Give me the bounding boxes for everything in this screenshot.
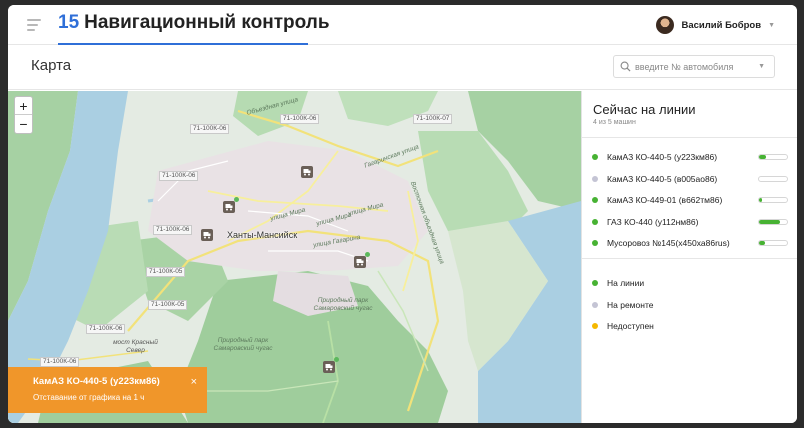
vehicles-panel: Сейчас на линии 4 из 5 машин КамАЗ КО-44…: [581, 91, 797, 423]
status-dot: [592, 197, 598, 203]
vehicle-name: Мусоровоз №145(х450ха86rus): [607, 238, 730, 248]
route-progress-bar: [758, 175, 788, 182]
chevron-down-icon[interactable]: ▼: [758, 63, 765, 70]
zoom-control: + −: [14, 96, 33, 134]
vehicle-marker[interactable]: [301, 166, 313, 178]
road-label: 71-100К-06: [159, 171, 199, 181]
alert-toast[interactable]: КамАЗ КО-440-5 (у223км86) Отставание от …: [8, 367, 207, 413]
bridge-label: мост Красный Север: [113, 339, 158, 354]
panel-subtitle: 4 из 5 машин: [593, 119, 636, 126]
brand-underline: [58, 43, 308, 45]
search-icon: [620, 61, 631, 72]
search-input[interactable]: [635, 61, 745, 72]
route-progress-fill: [759, 198, 762, 202]
road-label: 71-100К-06: [40, 357, 80, 367]
road-label: 71-100К-05: [148, 300, 188, 310]
status-dot: [592, 240, 598, 246]
app-window: 15 Навигационный контроль Василий Бобров …: [8, 5, 797, 423]
status-dot: [365, 252, 370, 257]
divider: [582, 258, 797, 259]
panel-title: Сейчас на линии: [593, 102, 696, 117]
page-header: Карта ▼: [8, 46, 797, 90]
user-menu[interactable]: Василий Бобров ▼: [656, 14, 775, 36]
legend-item: Недоступен: [592, 319, 654, 333]
legend-label: На ремонте: [607, 299, 654, 310]
vehicle-marker[interactable]: [354, 252, 370, 268]
status-dot: [592, 175, 598, 182]
legend-label: Недоступен: [607, 321, 654, 331]
route-progress-bar: [758, 154, 788, 160]
vehicle-row[interactable]: КамАЗ КО-449-01 (в662тм86): [592, 193, 788, 207]
road-label: 71-100К-06: [153, 225, 193, 235]
truck-icon: [325, 364, 333, 371]
status-dot: [592, 323, 598, 329]
close-icon[interactable]: ×: [191, 376, 197, 388]
road-label: 71-100К-06: [190, 124, 230, 134]
map-view[interactable]: + − 71-100К-06 71-100К-06 71-100К-07 71-…: [8, 91, 581, 423]
road-label: 71-100К-07: [413, 114, 453, 124]
avatar: [656, 16, 675, 34]
brand-title[interactable]: 15 Навигационный контроль: [58, 12, 330, 34]
vehicle-marker[interactable]: [323, 357, 339, 373]
status-dot: [592, 301, 598, 308]
vehicle-name: ГАЗ КО-440 (у112нм86): [607, 216, 699, 227]
status-dot: [592, 154, 598, 160]
park-label: Природный парк Самаровский чугас: [213, 337, 273, 352]
truck-icon: [303, 169, 311, 176]
page-title: Карта: [31, 57, 72, 74]
vehicle-row[interactable]: КамАЗ КО-440-5 (в005ао86): [592, 172, 788, 186]
vehicle-row[interactable]: КамАЗ КО-440-5 (у223км86): [592, 150, 788, 164]
user-name: Василий Бобров: [681, 19, 762, 31]
zoom-out-button[interactable]: −: [15, 115, 32, 133]
legend-item: На ремонте: [592, 298, 653, 312]
truck-icon: [356, 259, 364, 266]
vehicle-name: КамАЗ КО-449-01 (в662тм86): [607, 195, 723, 205]
divider: [582, 137, 797, 138]
route-progress-fill: [759, 219, 780, 224]
route-progress-fill: [759, 155, 766, 159]
legend-label: На линии: [607, 278, 645, 288]
vehicle-name: КамАЗ КО-440-5 (в005ао86): [607, 173, 718, 184]
vehicle-search[interactable]: ▼: [613, 55, 775, 78]
vehicle-row[interactable]: ГАЗ КО-440 (у112нм86): [592, 215, 788, 229]
park-label: Природный парк Самаровский чугас: [313, 297, 373, 312]
vehicle-marker[interactable]: [201, 229, 213, 241]
zoom-in-button[interactable]: +: [15, 97, 32, 115]
chevron-down-icon: ▼: [768, 21, 775, 29]
vehicle-name: КамАЗ КО-440-5 (у223км86): [607, 152, 718, 162]
route-progress-bar: [758, 218, 788, 225]
status-dot: [234, 197, 239, 202]
status-dot: [334, 357, 339, 362]
hamburger-menu-icon[interactable]: [27, 19, 41, 31]
road-label: 71-100К-06: [280, 114, 320, 124]
toast-message: Отставание от графика на 1 ч: [33, 393, 145, 402]
vehicle-row[interactable]: Мусоровоз №145(х450ха86rus): [592, 236, 788, 250]
truck-icon: [225, 204, 233, 211]
truck-icon: [203, 232, 211, 239]
route-progress-bar: [758, 197, 788, 203]
top-bar: 15 Навигационный контроль Василий Бобров …: [8, 5, 797, 45]
route-progress-bar: [758, 240, 788, 246]
road-label: 71-100К-06: [86, 324, 126, 334]
toast-title: КамАЗ КО-440-5 (у223км86): [33, 376, 160, 387]
road-label: 71-100К-05: [146, 267, 186, 277]
legend-item: На линии: [592, 276, 644, 290]
vehicle-marker[interactable]: [223, 197, 239, 213]
brand-text: Навигационный контроль: [84, 12, 330, 33]
route-progress-fill: [759, 241, 765, 245]
status-dot: [592, 218, 598, 225]
status-dot: [592, 280, 598, 286]
city-label: Ханты-Мансийск: [227, 230, 298, 240]
brand-number: 15: [58, 12, 80, 33]
